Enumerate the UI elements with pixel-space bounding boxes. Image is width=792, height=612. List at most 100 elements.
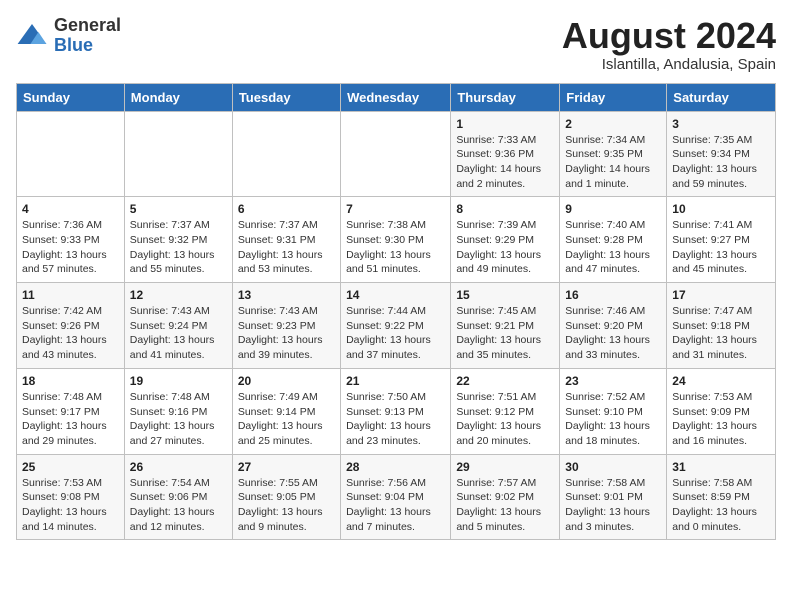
day-info: Sunrise: 7:41 AM Sunset: 9:27 PM Dayligh…: [672, 218, 770, 277]
day-cell: 1 Sunrise: 7:33 AM Sunset: 9:36 PM Daylig…: [451, 111, 560, 197]
day-number: 2: [565, 117, 661, 131]
day-number: 7: [346, 202, 445, 216]
day-info: Sunrise: 7:58 AM Sunset: 9:01 PM Dayligh…: [565, 476, 661, 535]
day-cell: 26Sunrise: 7:54 AM Sunset: 9:06 PM Dayli…: [124, 454, 232, 540]
day-cell: 23 Sunrise: 7:52 AM Sunset: 9:10 PM Dayli…: [560, 368, 667, 454]
week-row-2: 4 Sunrise: 7:36 AM Sunset: 9:33 PM Daylig…: [17, 197, 776, 283]
day-cell: 7 Sunrise: 7:38 AM Sunset: 9:30 PM Daylig…: [341, 197, 451, 283]
day-cell: [124, 111, 232, 197]
day-cell: 2 Sunrise: 7:34 AM Sunset: 9:35 PM Daylig…: [560, 111, 667, 197]
day-info: Sunrise: 7:49 AM Sunset: 9:14 PM Dayligh…: [238, 390, 335, 449]
day-info: Sunrise: 7:48 AM Sunset: 9:16 PM Dayligh…: [130, 390, 227, 449]
day-number: 16: [565, 288, 661, 302]
day-cell: 9 Sunrise: 7:40 AM Sunset: 9:28 PM Daylig…: [560, 197, 667, 283]
day-cell: [232, 111, 340, 197]
day-number: 18: [22, 374, 119, 388]
day-info: Sunrise: 7:45 AM Sunset: 9:21 PM Dayligh…: [456, 304, 554, 363]
day-cell: 29Sunrise: 7:57 AM Sunset: 9:02 PM Dayli…: [451, 454, 560, 540]
calendar-body: 1 Sunrise: 7:33 AM Sunset: 9:36 PM Daylig…: [17, 111, 776, 540]
day-number: 5: [130, 202, 227, 216]
day-cell: 25 Sunrise: 7:53 AM Sunset: 9:08 PM Dayli…: [17, 454, 125, 540]
header-cell-thursday: Thursday: [451, 83, 560, 111]
day-info: Sunrise: 7:47 AM Sunset: 9:18 PM Dayligh…: [672, 304, 770, 363]
day-info: Sunrise: 7:38 AM Sunset: 9:30 PM Dayligh…: [346, 218, 445, 277]
day-info: Sunrise: 7:46 AM Sunset: 9:20 PM Dayligh…: [565, 304, 661, 363]
day-number: 19: [130, 374, 227, 388]
header-cell-sunday: Sunday: [17, 83, 125, 111]
header-cell-tuesday: Tuesday: [232, 83, 340, 111]
day-number: 4: [22, 202, 119, 216]
day-number: 8: [456, 202, 554, 216]
day-cell: 17 Sunrise: 7:47 AM Sunset: 9:18 PM Dayli…: [667, 283, 776, 369]
day-cell: 20 Sunrise: 7:49 AM Sunset: 9:14 PM Dayli…: [232, 368, 340, 454]
day-number: 13: [238, 288, 335, 302]
day-cell: 14Sunrise: 7:44 AM Sunset: 9:22 PM Dayli…: [341, 283, 451, 369]
day-number: 9: [565, 202, 661, 216]
week-row-5: 25 Sunrise: 7:53 AM Sunset: 9:08 PM Dayli…: [17, 454, 776, 540]
logo-blue: Blue: [54, 36, 121, 56]
day-cell: 27Sunrise: 7:55 AM Sunset: 9:05 PM Dayli…: [232, 454, 340, 540]
day-info: Sunrise: 7:36 AM Sunset: 9:33 PM Dayligh…: [22, 218, 119, 277]
day-number: 11: [22, 288, 119, 302]
day-number: 30: [565, 460, 661, 474]
day-number: 21: [346, 374, 445, 388]
logo-icon: [16, 20, 48, 52]
day-number: 15: [456, 288, 554, 302]
day-info: Sunrise: 7:33 AM Sunset: 9:36 PM Dayligh…: [456, 133, 554, 192]
day-cell: 6 Sunrise: 7:37 AM Sunset: 9:31 PM Daylig…: [232, 197, 340, 283]
day-cell: 13 Sunrise: 7:43 AM Sunset: 9:23 PM Dayli…: [232, 283, 340, 369]
day-info: Sunrise: 7:53 AM Sunset: 9:08 PM Dayligh…: [22, 476, 119, 535]
day-info: Sunrise: 7:44 AM Sunset: 9:22 PM Dayligh…: [346, 304, 445, 363]
day-info: Sunrise: 7:56 AM Sunset: 9:04 PM Dayligh…: [346, 476, 445, 535]
month-title: August 2024: [562, 16, 776, 56]
day-number: 3: [672, 117, 770, 131]
day-number: 17: [672, 288, 770, 302]
day-info: Sunrise: 7:43 AM Sunset: 9:23 PM Dayligh…: [238, 304, 335, 363]
day-number: 10: [672, 202, 770, 216]
page-header: General Blue August 2024 Islantilla, And…: [16, 16, 776, 73]
day-info: Sunrise: 7:54 AM Sunset: 9:06 PM Dayligh…: [130, 476, 227, 535]
header-cell-saturday: Saturday: [667, 83, 776, 111]
day-info: Sunrise: 7:35 AM Sunset: 9:34 PM Dayligh…: [672, 133, 770, 192]
day-cell: 18 Sunrise: 7:48 AM Sunset: 9:17 PM Dayli…: [17, 368, 125, 454]
day-cell: 31Sunrise: 7:58 AM Sunset: 8:59 PM Dayli…: [667, 454, 776, 540]
day-info: Sunrise: 7:39 AM Sunset: 9:29 PM Dayligh…: [456, 218, 554, 277]
logo: General Blue: [16, 16, 121, 56]
day-info: Sunrise: 7:42 AM Sunset: 9:26 PM Dayligh…: [22, 304, 119, 363]
day-number: 25: [22, 460, 119, 474]
day-number: 12: [130, 288, 227, 302]
day-cell: 28 Sunrise: 7:56 AM Sunset: 9:04 PM Dayli…: [341, 454, 451, 540]
day-cell: 11 Sunrise: 7:42 AM Sunset: 9:26 PM Dayli…: [17, 283, 125, 369]
day-cell: 3 Sunrise: 7:35 AM Sunset: 9:34 PM Daylig…: [667, 111, 776, 197]
day-info: Sunrise: 7:48 AM Sunset: 9:17 PM Dayligh…: [22, 390, 119, 449]
day-number: 6: [238, 202, 335, 216]
location: Islantilla, Andalusia, Spain: [562, 56, 776, 73]
day-info: Sunrise: 7:52 AM Sunset: 9:10 PM Dayligh…: [565, 390, 661, 449]
day-info: Sunrise: 7:55 AM Sunset: 9:05 PM Dayligh…: [238, 476, 335, 535]
day-number: 28: [346, 460, 445, 474]
day-number: 31: [672, 460, 770, 474]
day-info: Sunrise: 7:37 AM Sunset: 9:31 PM Dayligh…: [238, 218, 335, 277]
day-cell: 5 Sunrise: 7:37 AM Sunset: 9:32 PM Daylig…: [124, 197, 232, 283]
day-info: Sunrise: 7:40 AM Sunset: 9:28 PM Dayligh…: [565, 218, 661, 277]
day-number: 20: [238, 374, 335, 388]
day-cell: 10 Sunrise: 7:41 AM Sunset: 9:27 PM Dayli…: [667, 197, 776, 283]
day-info: Sunrise: 7:37 AM Sunset: 9:32 PM Dayligh…: [130, 218, 227, 277]
day-number: 23: [565, 374, 661, 388]
header-cell-wednesday: Wednesday: [341, 83, 451, 111]
day-cell: 21 Sunrise: 7:50 AM Sunset: 9:13 PM Dayli…: [341, 368, 451, 454]
logo-general: General: [54, 16, 121, 36]
day-cell: 15 Sunrise: 7:45 AM Sunset: 9:21 PM Dayli…: [451, 283, 560, 369]
week-row-4: 18 Sunrise: 7:48 AM Sunset: 9:17 PM Dayli…: [17, 368, 776, 454]
day-cell: 30 Sunrise: 7:58 AM Sunset: 9:01 PM Dayli…: [560, 454, 667, 540]
day-info: Sunrise: 7:50 AM Sunset: 9:13 PM Dayligh…: [346, 390, 445, 449]
day-number: 22: [456, 374, 554, 388]
day-cell: [17, 111, 125, 197]
logo-text: General Blue: [54, 16, 121, 56]
day-info: Sunrise: 7:34 AM Sunset: 9:35 PM Dayligh…: [565, 133, 661, 192]
week-row-3: 11 Sunrise: 7:42 AM Sunset: 9:26 PM Dayli…: [17, 283, 776, 369]
day-cell: 8 Sunrise: 7:39 AM Sunset: 9:29 PM Daylig…: [451, 197, 560, 283]
day-cell: 12Sunrise: 7:43 AM Sunset: 9:24 PM Dayli…: [124, 283, 232, 369]
day-number: 1: [456, 117, 554, 131]
header-cell-monday: Monday: [124, 83, 232, 111]
